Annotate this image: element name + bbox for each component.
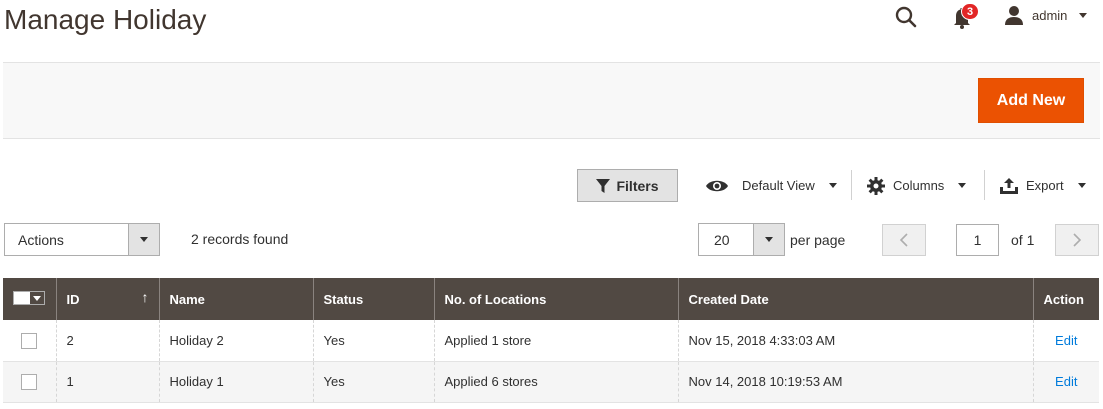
filters-button[interactable]: Filters [577,169,678,202]
gear-icon [867,176,885,195]
per-page-value: 20 [714,231,730,248]
column-header-label: Action [1043,291,1084,307]
cell-created-date: Nov 15, 2018 4:33:03 AM [677,320,1033,361]
per-page-label: per page [790,232,846,248]
toolbar-divider [984,170,985,200]
column-header-id[interactable]: ID ↑ [55,278,159,320]
column-header-label: Status [323,291,364,307]
page-number-input[interactable]: 1 [956,224,999,256]
export-icon [1000,177,1018,194]
sort-up-icon: ↑ [141,289,149,305]
view-label: Default View [742,178,815,193]
chevron-down-icon [33,295,41,301]
chevron-down-icon [828,183,837,188]
cell-locations: Applied 6 stores [433,361,678,402]
view-switcher[interactable]: Default View [705,169,837,202]
previous-page-button[interactable] [882,224,926,256]
export-label: Export [1026,178,1064,193]
page-title: Manage Holiday [4,4,207,35]
search-icon[interactable] [894,5,918,29]
page-total-label: of 1 [1011,232,1035,248]
chevron-down-icon [1077,183,1086,188]
column-header-status[interactable]: Status [312,278,434,320]
notification-badge: 3 [961,3,979,20]
edit-link[interactable]: Edit [1055,333,1077,348]
user-menu[interactable]: admin [1004,4,1088,26]
chevron-down-icon [765,237,773,242]
mass-actions-label: Actions [18,231,64,248]
filters-label: Filters [616,177,659,194]
chevron-right-icon [1073,233,1082,247]
chevron-left-icon [899,233,908,247]
add-new-button[interactable]: Add New [978,78,1084,123]
export-control[interactable]: Export [1000,169,1086,202]
user-name: admin [1032,7,1068,23]
mass-actions-select[interactable]: Actions [4,223,160,256]
chevron-down-icon [1079,12,1088,18]
page-actions-bar: Add New [3,62,1100,139]
cell-status: Yes [312,320,434,361]
per-page-select[interactable]: 20 [698,223,785,256]
cell-locations: Applied 1 store [433,320,678,361]
user-icon [1005,6,1023,25]
cell-action: Edit [1032,320,1099,361]
edit-link[interactable]: Edit [1055,374,1077,389]
columns-control[interactable]: Columns [867,169,967,202]
row-select-cell[interactable] [3,361,56,402]
records-found: 2 records found [191,231,289,247]
per-page-toggle[interactable] [753,224,784,255]
column-header-created-date[interactable]: Created Date [677,278,1033,320]
column-header-label: Created Date [688,291,769,307]
filter-icon [596,178,611,193]
column-header-locations[interactable]: No. of Locations [433,278,678,320]
cell-name: Holiday 1 [158,361,313,402]
cell-created-date: Nov 14, 2018 10:19:53 AM [677,361,1033,402]
chevron-down-icon [958,183,967,188]
table-row[interactable]: 2 Holiday 2 Yes Applied 1 store Nov 15, … [3,320,1099,361]
chevron-down-icon [140,237,148,242]
mass-select-box [14,292,30,304]
mass-select-checkbox[interactable] [13,291,45,305]
cell-status: Yes [312,361,434,402]
table-row[interactable]: 1 Holiday 1 Yes Applied 6 stores Nov 14,… [3,361,1099,402]
toolbar-divider [851,170,852,200]
column-header-action: Action [1032,278,1099,320]
mass-select-dropdown[interactable] [30,292,44,304]
next-page-button[interactable] [1055,224,1099,256]
cell-action: Edit [1032,361,1099,402]
column-header-label: No. of Locations [444,291,547,307]
mass-select-header[interactable] [3,278,56,320]
columns-label: Columns [893,178,945,193]
holiday-grid: ID ↑ Name Status No. of Locations Create… [3,278,1099,403]
cell-id: 2 [55,320,159,361]
row-checkbox[interactable] [21,373,37,390]
column-header-label: ID [66,291,80,307]
grid-header-row: ID ↑ Name Status No. of Locations Create… [3,278,1099,320]
column-header-name[interactable]: Name [158,278,313,320]
row-select-cell[interactable] [3,320,56,361]
row-checkbox[interactable] [21,332,37,349]
eye-icon [706,180,728,191]
cell-id: 1 [55,361,159,402]
mass-actions-toggle[interactable] [128,224,159,255]
column-header-label: Name [169,291,205,307]
cell-name: Holiday 2 [158,320,313,361]
